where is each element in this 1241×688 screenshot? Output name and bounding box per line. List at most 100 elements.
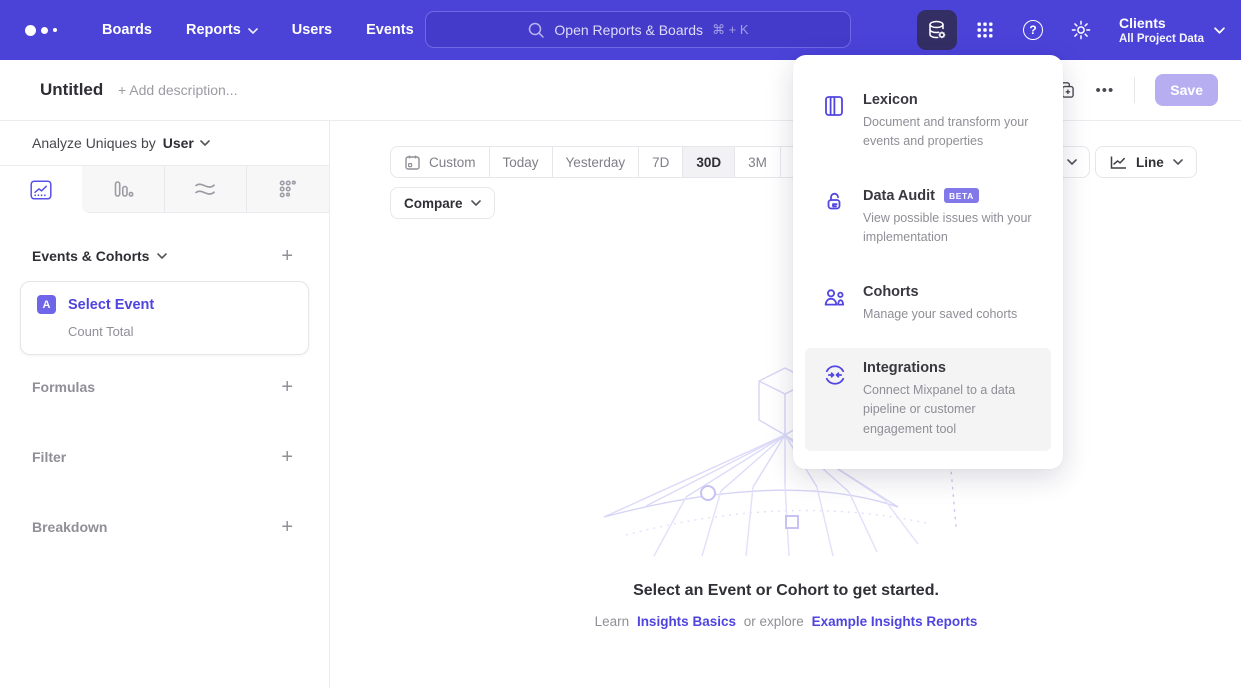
search-placeholder: Open Reports & Boards — [554, 22, 703, 38]
nav-item-events[interactable]: Events — [349, 0, 431, 60]
ellipsis-icon: ••• — [1096, 82, 1115, 99]
range-7d[interactable]: 7D — [638, 147, 682, 177]
chart-type-tabs — [0, 166, 329, 213]
question-mark-icon: ? — [1023, 20, 1043, 40]
menu-item-description: View possible issues with your implement… — [863, 209, 1039, 248]
count-total-label[interactable]: Count Total — [68, 324, 292, 339]
project-selector[interactable]: Clients All Project Data — [1119, 15, 1225, 45]
top-navbar: Boards Reports Users Events Open Reports… — [0, 0, 1241, 60]
settings-button[interactable] — [1061, 10, 1101, 50]
integrations-sync-icon — [822, 362, 848, 439]
chevron-down-icon — [1173, 159, 1183, 165]
formulas-section: Formulas + — [0, 377, 329, 397]
menu-item-data-audit[interactable]: Data Audit BETA View possible issues wit… — [805, 176, 1051, 260]
analyze-label: Analyze Uniques by — [32, 135, 156, 151]
learn-prefix: Learn — [595, 614, 630, 629]
menu-item-description: Manage your saved cohorts — [863, 305, 1039, 324]
add-event-button[interactable]: + — [281, 246, 293, 266]
analyze-by-dropdown[interactable]: User — [163, 135, 210, 151]
save-button[interactable]: Save — [1155, 74, 1218, 106]
menu-item-integrations[interactable]: Integrations Connect Mixpanel to a data … — [805, 348, 1051, 451]
line-chart-icon — [1109, 154, 1127, 170]
chart-style-dropdown-button[interactable]: Line — [1095, 146, 1197, 178]
example-insights-reports-link[interactable]: Example Insights Reports — [812, 614, 978, 629]
events-cohorts-section: Events & Cohorts + — [0, 246, 329, 266]
flow-stream-icon — [193, 179, 217, 199]
apps-grid-button[interactable] — [965, 10, 1005, 50]
nav-item-boards[interactable]: Boards — [85, 0, 169, 60]
range-custom[interactable]: Custom — [391, 147, 489, 177]
tab-bar-chart[interactable] — [82, 166, 164, 213]
query-builder-sidebar: Analyze Uniques by User — [0, 121, 330, 688]
calendar-icon — [404, 154, 421, 171]
or-explore-text: or explore — [744, 614, 804, 629]
gear-icon — [1070, 19, 1092, 41]
report-header-actions: ••• Save — [1056, 60, 1218, 120]
report-description-placeholder[interactable]: + Add description... — [118, 60, 237, 120]
chevron-down-icon — [1067, 159, 1077, 165]
tab-metrics-grid[interactable] — [246, 166, 329, 213]
event-series-badge: A — [37, 295, 56, 314]
beta-badge: BETA — [944, 188, 979, 203]
data-management-menu: Lexicon Document and transform your even… — [793, 55, 1063, 469]
empty-state-subtitle: Learn Insights Basics or explore Example… — [331, 614, 1241, 629]
report-canvas: Custom Today Yesterday 7D 30D 3M 6M Comp… — [331, 121, 1241, 688]
nav-item-users[interactable]: Users — [275, 0, 349, 60]
breakdown-section: Breakdown + — [0, 517, 329, 537]
grid-apps-icon — [975, 20, 995, 40]
breakdown-label: Breakdown — [32, 519, 107, 535]
range-yesterday[interactable]: Yesterday — [552, 147, 639, 177]
menu-item-title: Data Audit — [863, 188, 935, 204]
help-button[interactable]: ? — [1013, 10, 1053, 50]
data-audit-lock-icon — [822, 190, 848, 248]
menu-item-lexicon[interactable]: Lexicon Document and transform your even… — [805, 80, 1051, 164]
navbar-right-controls: ? Clients All Project Data — [917, 0, 1225, 60]
formulas-label: Formulas — [32, 379, 95, 395]
logo-dot — [25, 25, 36, 36]
chevron-down-icon — [471, 200, 481, 206]
chevron-down-icon — [200, 140, 210, 146]
insights-basics-link[interactable]: Insights Basics — [637, 614, 736, 629]
line-chart-icon — [30, 180, 52, 200]
bar-chart-icon — [112, 179, 134, 199]
chevron-down-icon — [157, 253, 167, 259]
event-card[interactable]: A Select Event Count Total — [20, 281, 309, 355]
range-today[interactable]: Today — [489, 147, 552, 177]
menu-item-title: Cohorts — [863, 284, 919, 300]
report-title[interactable]: Untitled — [40, 60, 103, 120]
add-breakdown-button[interactable]: + — [281, 517, 293, 537]
nav-item-reports[interactable]: Reports — [169, 0, 275, 60]
database-gear-icon — [926, 19, 948, 41]
events-cohorts-header[interactable]: Events & Cohorts — [32, 248, 167, 264]
filter-label: Filter — [32, 449, 66, 465]
logo-dot — [41, 27, 48, 34]
analyze-row: Analyze Uniques by User — [0, 121, 329, 166]
divider — [1134, 77, 1135, 103]
filter-section: Filter + — [0, 447, 329, 467]
global-search-bar[interactable]: Open Reports & Boards ⌘ + K — [425, 11, 851, 48]
menu-item-description: Document and transform your events and p… — [863, 113, 1039, 152]
menu-item-title: Lexicon — [863, 92, 918, 108]
data-management-button[interactable] — [917, 10, 957, 50]
chevron-down-icon — [1214, 27, 1225, 34]
tab-line-chart[interactable] — [0, 166, 82, 213]
menu-item-cohorts[interactable]: Cohorts Manage your saved cohorts — [805, 272, 1051, 336]
chevron-down-icon — [248, 28, 258, 34]
logo-dot — [53, 28, 57, 32]
add-formula-button[interactable]: + — [281, 377, 293, 397]
select-event-label[interactable]: Select Event — [68, 297, 154, 313]
org-name: Clients — [1119, 15, 1204, 33]
range-30d-selected[interactable]: 30D — [682, 147, 734, 177]
range-3m[interactable]: 3M — [734, 147, 780, 177]
search-shortcut: ⌘ + K — [712, 22, 749, 38]
lexicon-book-icon — [822, 94, 848, 152]
mixpanel-logo[interactable] — [25, 25, 61, 36]
tab-flow-chart[interactable] — [164, 166, 247, 213]
add-filter-button[interactable]: + — [281, 447, 293, 467]
primary-nav: Boards Reports Users Events — [85, 0, 431, 60]
compare-dropdown-button[interactable]: Compare — [390, 187, 495, 219]
cohorts-people-icon — [822, 286, 848, 324]
more-options-button[interactable]: ••• — [1096, 82, 1115, 99]
search-icon — [527, 21, 545, 39]
menu-item-description: Connect Mixpanel to a data pipeline or c… — [863, 381, 1039, 439]
